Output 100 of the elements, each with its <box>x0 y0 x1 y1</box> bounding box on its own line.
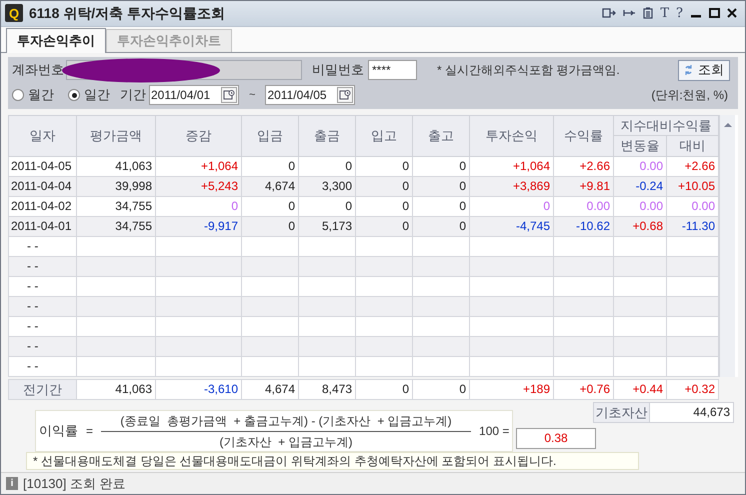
table-cell: - - <box>8 256 76 276</box>
table-cell: 4,674 <box>242 176 298 196</box>
table-cell: +0.68 <box>614 216 666 236</box>
table-cell: 2011-04-05 <box>8 156 76 176</box>
date-value: 2011/04/01 <box>151 87 210 104</box>
tool-button[interactable]: T <box>660 4 670 24</box>
result-field: 0.38 <box>516 428 596 450</box>
scrollbar[interactable] <box>719 114 735 377</box>
formula-label: 이익률 <box>39 422 78 440</box>
table-cell: 전기간 <box>8 379 76 400</box>
note-text: * 실시간해외주식포함 평가금액임. <box>437 62 620 80</box>
calendar-icon[interactable] <box>339 89 352 102</box>
column-header: 출고 <box>412 115 470 156</box>
table-cell: 0 <box>356 216 412 236</box>
table-cell: 0 <box>412 379 470 400</box>
field-label: 기간 <box>120 86 146 104</box>
table-cell: +189 <box>470 379 554 400</box>
password-field[interactable]: **** <box>368 60 417 80</box>
column-header: 증감 <box>156 115 242 156</box>
clipboard-icon[interactable] <box>643 7 654 20</box>
table-cell: - - <box>8 296 76 316</box>
column-header: 투자손익 <box>470 115 554 156</box>
table-cell: 0 <box>298 156 356 176</box>
table-cell: 5,173 <box>298 216 356 236</box>
table-cell: 0.00 <box>614 156 666 176</box>
base-asset-value: 44,673 <box>692 404 731 422</box>
formula-denominator: (기초자산 + 입금고누계) <box>220 434 353 450</box>
table-cell: 0 <box>412 196 470 216</box>
equals-sign: = <box>86 423 94 440</box>
maximize-icon[interactable] <box>709 8 720 18</box>
table-cell: 4,674 <box>242 379 298 400</box>
column-header: 변동율 <box>614 136 666 156</box>
column-header: 입고 <box>356 115 412 156</box>
table-cell: 8,473 <box>298 379 356 400</box>
formula-multiplier: 100 = <box>479 423 510 440</box>
field-label: 계좌번호 <box>12 61 64 80</box>
column-header: 평가금액 <box>76 115 156 156</box>
refresh-icon <box>684 64 693 76</box>
table-cell: +1,064 <box>470 156 554 176</box>
table-cell: 2011-04-02 <box>8 196 76 216</box>
table-cell: 0 <box>242 216 298 236</box>
field-label: 기초자산 <box>594 403 650 422</box>
table-cell: 0 <box>356 196 412 216</box>
table-cell: - - <box>8 276 76 296</box>
column-header: 일자 <box>8 115 76 156</box>
tool-button[interactable]: ? <box>676 4 683 24</box>
table-cell: +1,064 <box>156 156 242 176</box>
status-message: [10130] 조회 완료 <box>23 474 126 493</box>
table-cell: 41,063 <box>76 156 156 176</box>
table-cell: 0 <box>412 156 470 176</box>
calendar-icon[interactable] <box>223 89 235 102</box>
date-field[interactable]: 2011/04/05 <box>265 85 356 106</box>
date-value: 2011/04/05 <box>267 87 327 104</box>
table-cell: -10.62 <box>554 216 614 236</box>
notice-text: * 선물대용매도체결 당일은 선물대용매도대금이 위탁계좌의 추청예탁자산에 포함되어 표시됩니다. <box>26 452 639 470</box>
table-cell: 34,755 <box>76 216 156 236</box>
table-cell: -4,745 <box>470 216 554 236</box>
radio-option[interactable]: 월간 <box>12 85 54 105</box>
table-cell: 0 <box>412 176 470 196</box>
column-header: 출금 <box>298 115 356 156</box>
table-cell: +0.76 <box>554 379 614 400</box>
table-cell: - - <box>8 316 76 336</box>
table-cell: 2011-04-04 <box>8 176 76 196</box>
column-header: 대비 <box>666 136 718 156</box>
table-cell: +3,869 <box>470 176 554 196</box>
table-cell: 0 <box>242 156 298 176</box>
column-header: 입금 <box>242 115 298 156</box>
table-cell: 41,063 <box>76 379 156 400</box>
formula-numerator: (종료일 총평가금액 + 출금고누계) - (기초자산 + 입금고누계) <box>120 412 452 429</box>
table-cell: 0.00 <box>554 196 614 216</box>
table-cell: +0.44 <box>614 379 666 400</box>
table-cell: +2.66 <box>554 156 614 176</box>
table-cell: - - <box>8 236 76 256</box>
date-field[interactable]: 2011/04/01 <box>149 85 239 106</box>
table-cell: +5,243 <box>156 176 242 196</box>
table-cell: 0 <box>156 196 242 216</box>
table-cell: 0 <box>298 196 356 216</box>
window-title: 6118 위탁/저축 투자수익률조회 <box>29 4 226 23</box>
table-cell: - - <box>8 356 76 376</box>
table-cell: 0 <box>356 176 412 196</box>
table-cell: -0.24 <box>614 176 666 196</box>
table-cell: -9,917 <box>156 216 242 236</box>
table-cell: -3,610 <box>156 379 242 400</box>
table-cell: 2011-04-01 <box>8 216 76 236</box>
search-button[interactable]: 조회 <box>678 60 730 81</box>
field-label: 비밀번호 <box>312 61 364 80</box>
table-cell: 0 <box>412 216 470 236</box>
table-cell: - - <box>8 336 76 356</box>
table-cell: 0 <box>470 196 554 216</box>
close-icon[interactable] <box>727 8 737 18</box>
table-cell: 0 <box>356 156 412 176</box>
info-icon: i <box>6 477 18 490</box>
tab[interactable]: 투자손익추이 <box>6 28 106 53</box>
table-cell: +0.32 <box>666 379 718 400</box>
export-icon[interactable] <box>602 8 616 18</box>
table-cell: 0 <box>242 196 298 216</box>
table-cell: 0 <box>356 379 412 400</box>
unit-text: (단위:천원, %) <box>651 87 728 104</box>
radio-option[interactable]: 일간 <box>68 85 110 105</box>
table-cell: 34,755 <box>76 196 156 216</box>
